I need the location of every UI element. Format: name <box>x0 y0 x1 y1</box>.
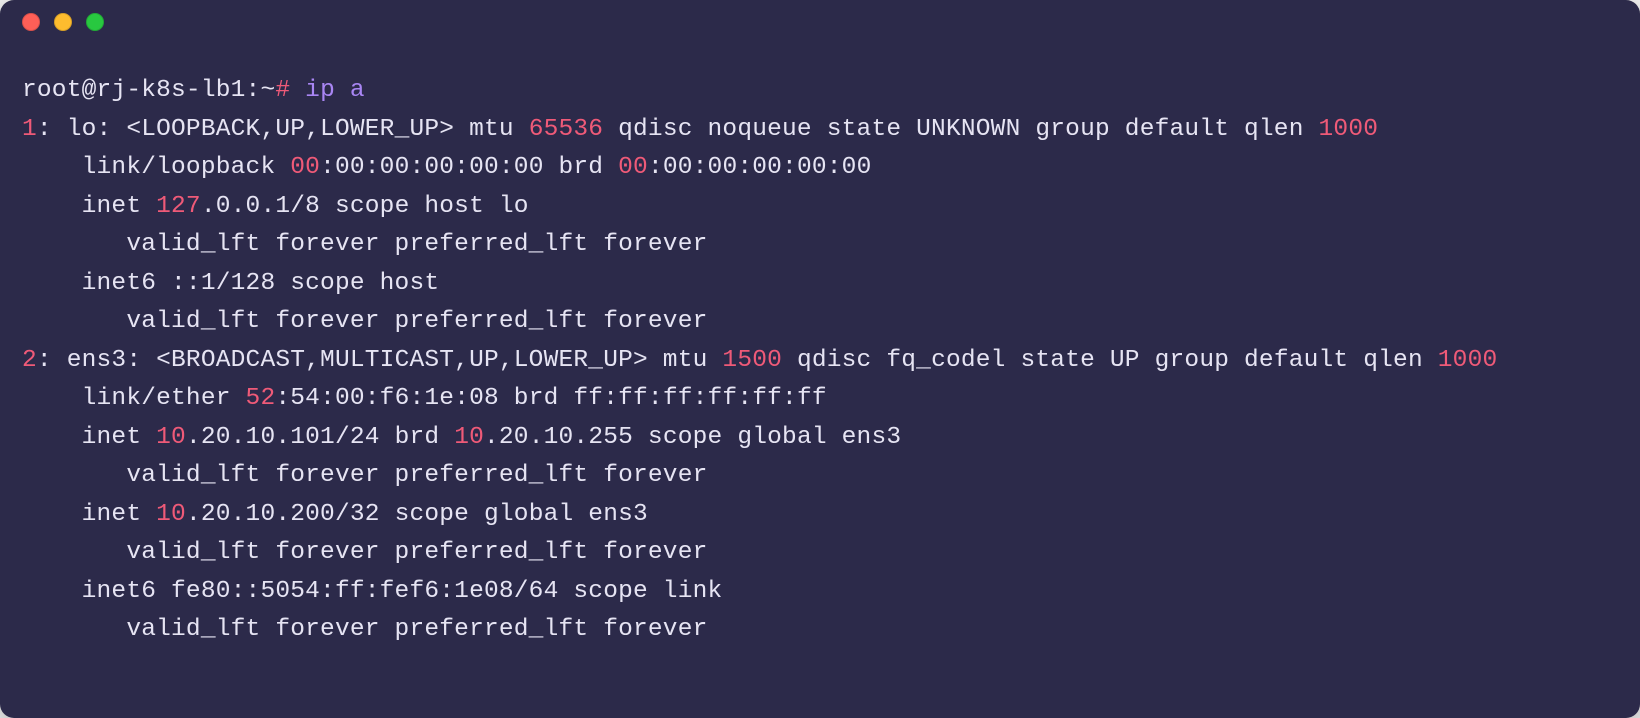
output-segment: 127 <box>156 193 201 220</box>
minimize-icon[interactable] <box>54 13 72 31</box>
output-segment: inet6 ::1/128 scope host <box>22 270 454 297</box>
output-segment: valid_lft forever preferred_lft forever <box>22 231 708 258</box>
output-segment: :00:00:00:00:00 brd <box>320 154 618 181</box>
output-segment: 10 <box>156 501 186 528</box>
output-segment: link/ether <box>22 385 246 412</box>
output-segment: 00 <box>618 154 648 181</box>
output-segment: 2 <box>22 347 37 374</box>
shell-prompt-userhost: root@rj-k8s-lb1 <box>22 77 246 104</box>
output-segment: :54:00:f6:1e:08 brd ff:ff:ff:ff:ff:ff <box>275 385 826 412</box>
output-segment: 10 <box>454 424 484 451</box>
output-segment: inet6 fe80::5054:ff:fef6:1e08/64 scope l… <box>22 578 737 605</box>
terminal-output: 1: lo: <LOOPBACK,UP,LOWER_UP> mtu 65536 … <box>22 116 1497 644</box>
output-segment: qdisc noqueue state UNKNOWN group defaul… <box>603 116 1318 143</box>
close-icon[interactable] <box>22 13 40 31</box>
output-segment: valid_lft forever preferred_lft forever <box>22 308 708 335</box>
output-segment: .20.10.255 scope global ens3 <box>484 424 901 451</box>
output-segment: 65536 <box>529 116 604 143</box>
output-segment: valid_lft forever preferred_lft forever <box>22 616 708 643</box>
output-segment: 00 <box>290 154 320 181</box>
titlebar <box>0 0 1640 44</box>
output-segment: 10 <box>156 424 186 451</box>
output-segment: inet <box>22 501 156 528</box>
terminal-window: root@rj-k8s-lb1:~# ip a 1: lo: <LOOPBACK… <box>0 0 1640 718</box>
terminal-body[interactable]: root@rj-k8s-lb1:~# ip a 1: lo: <LOOPBACK… <box>0 44 1640 672</box>
output-segment: 1000 <box>1319 116 1379 143</box>
shell-prompt-cwd: :~ <box>246 77 276 104</box>
spacer <box>290 77 305 104</box>
output-segment: 52 <box>246 385 276 412</box>
output-segment: .20.10.200/32 scope global ens3 <box>186 501 648 528</box>
output-segment: :00:00:00:00:00 <box>648 154 872 181</box>
shell-prompt-hash: # <box>275 77 290 104</box>
output-segment: .20.10.101/24 brd <box>186 424 454 451</box>
zoom-icon[interactable] <box>86 13 104 31</box>
output-segment: 1000 <box>1438 347 1498 374</box>
output-segment: qdisc fq_codel state UP group default ql… <box>782 347 1438 374</box>
output-segment: inet <box>22 193 156 220</box>
output-segment: .0.0.1/8 scope host lo <box>201 193 529 220</box>
output-segment: 1500 <box>722 347 782 374</box>
output-segment: : lo: <LOOPBACK,UP,LOWER_UP> mtu <box>37 116 529 143</box>
output-segment: valid_lft forever preferred_lft forever <box>22 462 708 489</box>
output-segment: : ens3: <BROADCAST,MULTICAST,UP,LOWER_UP… <box>37 347 723 374</box>
output-segment: valid_lft forever preferred_lft forever <box>22 539 708 566</box>
shell-command: ip a <box>305 77 365 104</box>
output-segment: 1 <box>22 116 37 143</box>
output-segment: inet <box>22 424 156 451</box>
output-segment: link/loopback <box>22 154 290 181</box>
